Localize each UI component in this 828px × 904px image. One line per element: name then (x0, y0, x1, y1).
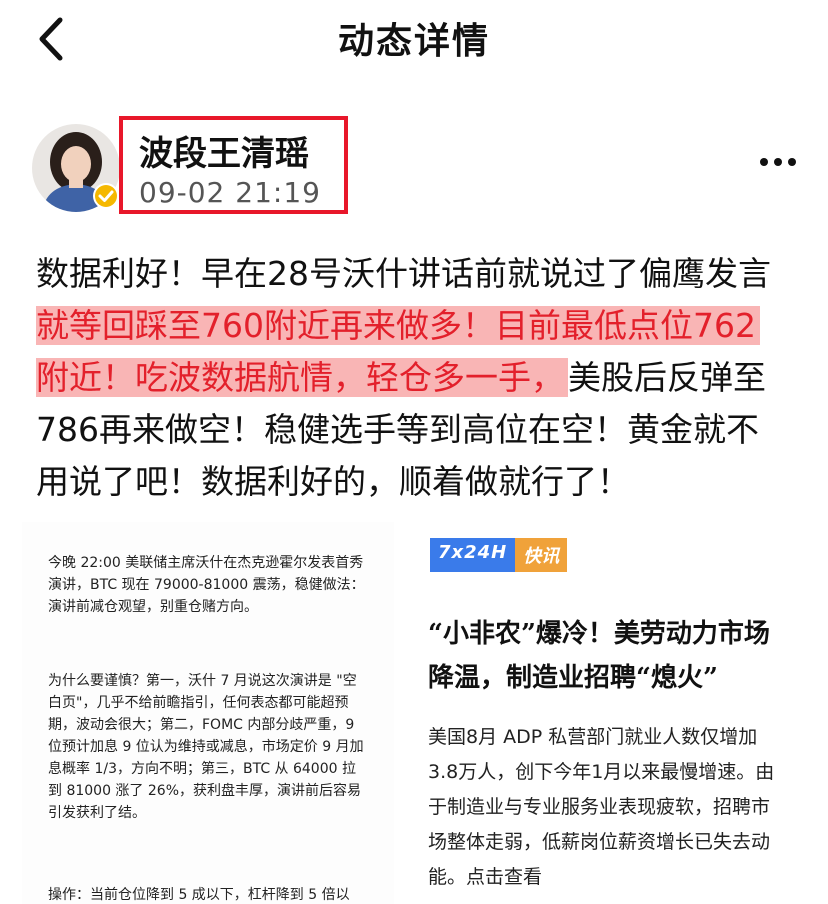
news-flash-tag: 7x24H 快讯 (430, 538, 568, 572)
tag-7x24: 7x24H (430, 538, 516, 572)
nav-bar: 动态详情 (0, 0, 828, 78)
image-paragraph: 为什么要谨慎？第一，沃什 7 月说这次演讲是 "空 白页"，几乎不给前瞻指引，任… (48, 670, 388, 824)
image-line: 今晚 22:00 美联储主席沃什在杰克逊霍尔发表首秀 (48, 555, 364, 571)
author-row: 波段王清瑶 09-02 21:19 (0, 110, 828, 220)
post-line-mixed: 附近！吃波数据航情，轻仓多一手， 美股后反弹至 (36, 352, 796, 404)
post-line: 786再来做空！稳健选手等到高位在空！黄金就不 (36, 410, 759, 449)
highlight-text: 就等回踩至760附近再来做多！目前最低点位762 (36, 306, 760, 345)
image-line: 为什么要谨慎？第一，沃什 7 月说这次演讲是 "空 (48, 673, 357, 689)
post-content: 数据利好！早在28号沃什讲话前就说过了偏鹰发言 就等回踩至760附近再来做多！目… (36, 248, 796, 508)
news-body-line: 能。点击查看 (428, 866, 543, 888)
news-title-line: 降温，制造业招聘“熄火” (428, 663, 718, 693)
image-paragraph: 今晚 22:00 美联储主席沃什在杰克逊霍尔发表首秀 演讲，BTC 现在 790… (48, 552, 388, 618)
more-horizontal-icon (760, 158, 796, 166)
news-body: 美国8月 ADP 私营部门就业人数仅增加 3.8万人，创下今年1月以来最慢增速。… (428, 720, 798, 895)
image-line: 演讲前减仓观望，别重仓赌方向。 (48, 599, 258, 615)
image-line: 引发获利了结。 (48, 805, 146, 821)
image-line: 期，波动会很大；第二，FOMC 内部分歧严重，9 (48, 717, 355, 733)
image-line: 白页"，几乎不给前瞻指引，任何表态都可能超预 (48, 695, 349, 711)
page-title: 动态详情 (337, 21, 490, 62)
image-line: 操作：当前仓位降到 5 成以下，杠杆降到 5 倍以 (48, 887, 350, 903)
post-images: 今晚 22:00 美联储主席沃什在杰克逊霍尔发表首秀 演讲，BTC 现在 790… (0, 510, 828, 904)
post-timestamp: 09-02 21:19 (139, 176, 321, 209)
news-title: “小非农”爆冷！美劳动力市场 降温，制造业招聘“熄火” (428, 612, 798, 700)
post-line-highlighted: 就等回踩至760附近再来做多！目前最低点位762 (36, 300, 796, 352)
highlight-text: 附近！吃波数据航情，轻仓多一手， (36, 358, 568, 397)
news-body-line: 场整体走弱，低薪岗位薪资增长已失去动 (428, 831, 771, 853)
news-title-line: “小非农”爆冷！美劳动力市场 (428, 619, 770, 649)
post-text-segment: 美股后反弹至 (568, 358, 766, 397)
post-line: 数据利好！早在28号沃什讲话前就说过了偏鹰发言 (36, 254, 771, 293)
image-paragraph: 操作：当前仓位降到 5 成以下，杠杆降到 5 倍以 (48, 884, 388, 904)
more-options-button[interactable] (756, 150, 800, 174)
verified-badge-icon (92, 182, 120, 210)
news-body-line: 3.8万人，创下今年1月以来最慢增速。由 (428, 761, 775, 783)
author-highlight-box: 波段王清瑶 09-02 21:19 (119, 116, 348, 214)
attached-image-text[interactable]: 今晚 22:00 美联储主席沃什在杰克逊霍尔发表首秀 演讲，BTC 现在 790… (22, 522, 394, 904)
news-body-line: 美国8月 ADP 私营部门就业人数仅增加 (428, 726, 758, 748)
image-line: 位预计加息 9 位认为维持或减息，市场定价 9 月加 (48, 739, 364, 755)
image-line: 演讲，BTC 现在 79000-81000 震荡，稳健做法： (48, 577, 365, 593)
author-name[interactable]: 波段王清瑶 (139, 126, 309, 175)
image-line: 息概率 1/3，方向不明；第三，BTC 从 64000 拉 (48, 761, 356, 777)
post-line: 用说了吧！数据利好的，顺着做就行了！ (36, 462, 630, 501)
attached-image-news[interactable]: 7x24H 快讯 “小非农”爆冷！美劳动力市场 降温，制造业招聘“熄火” 美国8… (404, 522, 806, 904)
tag-flash: 快讯 (515, 538, 568, 572)
image-line: 到 81000 涨了 26%，获利盘丰厚，演讲前后容易 (48, 783, 362, 799)
news-body-line: 于制造业与专业服务业表现疲软，招聘市 (428, 796, 771, 818)
